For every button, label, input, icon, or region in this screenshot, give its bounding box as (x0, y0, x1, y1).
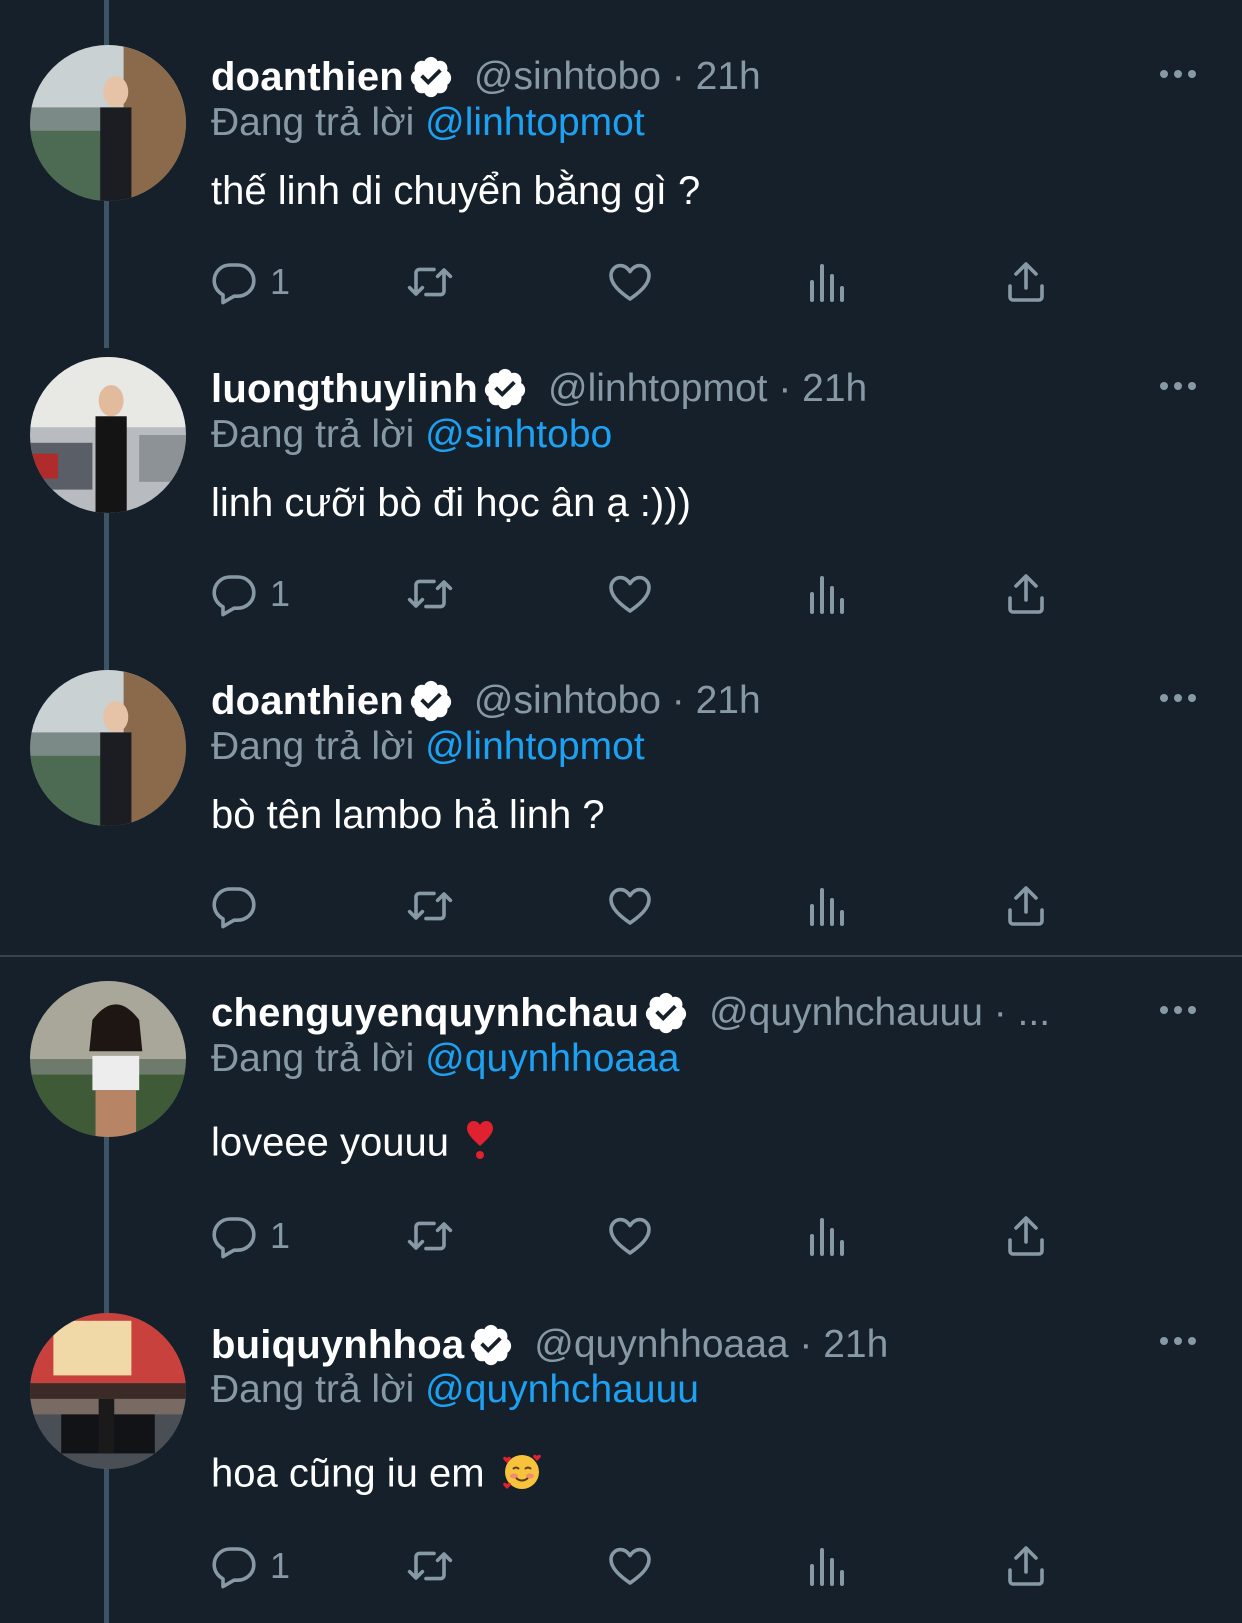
share-icon (1008, 1546, 1044, 1586)
handle-and-time[interactable]: @quynhhoaaa · 21h (534, 1323, 888, 1367)
like-button[interactable] (606, 1538, 654, 1594)
analytics-button[interactable] (804, 1538, 852, 1594)
more-icon[interactable] (1158, 1334, 1198, 1346)
tweet-text-content: hoa cũng iu em (211, 1451, 485, 1496)
share-button[interactable] (1002, 1538, 1050, 1594)
tweet[interactable]: buiquynhhoa @quynhhoaaa · 21h Đang trả l… (0, 0, 1242, 1623)
like-icon (609, 1547, 651, 1585)
replying-to-label: Đang trả lời (211, 1368, 426, 1411)
retweet-button[interactable] (406, 1538, 454, 1594)
mention-link[interactable]: @quynhchauuu (425, 1368, 699, 1411)
tweet-actions: 1 (210, 1538, 1090, 1594)
smiling-face-with-hearts-emoji-icon (501, 1450, 543, 1502)
avatar[interactable] (30, 1313, 186, 1469)
reply-icon (212, 1547, 256, 1589)
display-name[interactable]: buiquynhhoa (211, 1323, 464, 1368)
verified-badge-icon (471, 1324, 512, 1366)
replying-to: Đang trả lời @quynhchauuu (211, 1368, 699, 1412)
tweet-text: hoa cũng iu em (211, 1450, 543, 1502)
reply-count: 1 (270, 1545, 291, 1586)
reply-button[interactable]: 1 (210, 1538, 290, 1594)
analytics-icon (810, 1548, 844, 1586)
retweet-icon (407, 1551, 453, 1581)
tweet-header: buiquynhhoa @quynhhoaaa · 21h (211, 1320, 888, 1370)
